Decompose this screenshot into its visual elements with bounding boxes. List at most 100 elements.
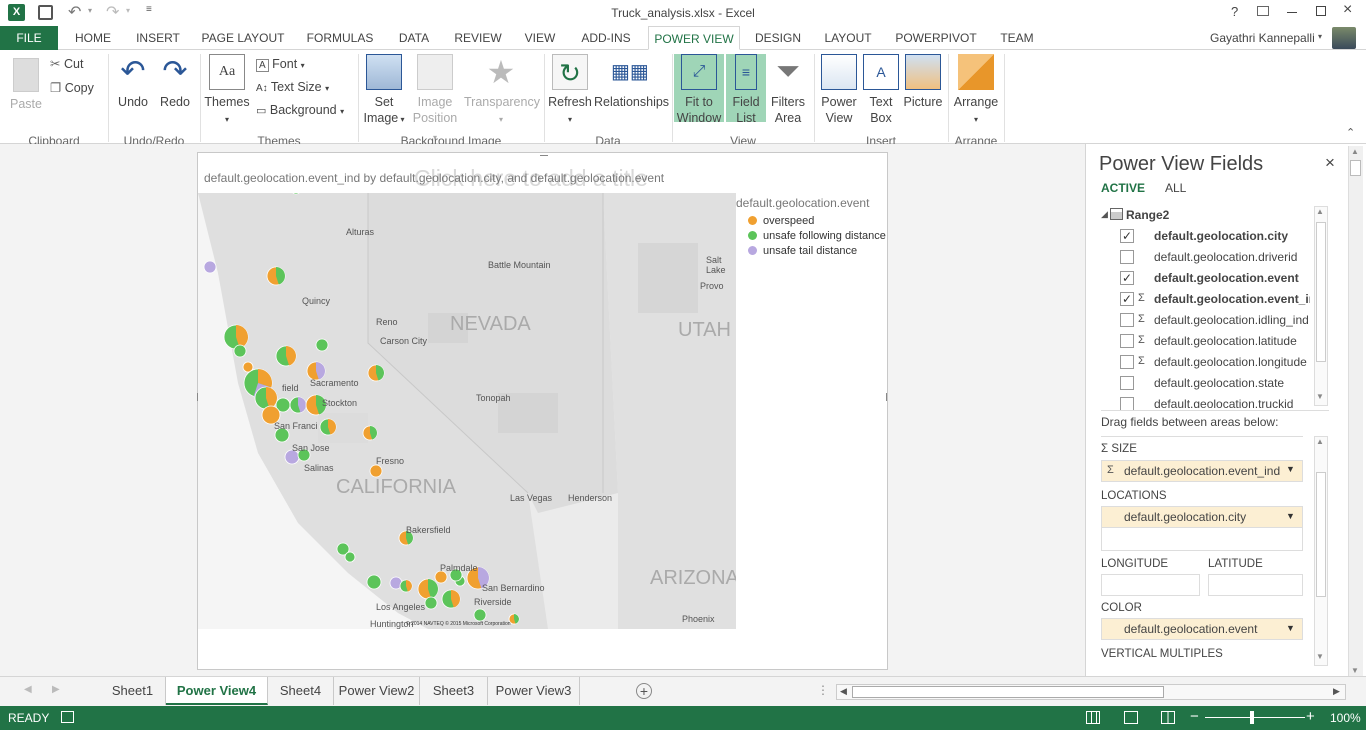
minimize-button[interactable]	[1287, 12, 1297, 13]
page-break-view-icon[interactable]	[1161, 711, 1175, 724]
map-bubble[interactable]	[344, 551, 356, 563]
field-checkbox[interactable]	[1120, 397, 1134, 411]
tab-home[interactable]: HOME	[68, 26, 118, 50]
close-panel-button[interactable]: ×	[1325, 153, 1335, 173]
scroll-left-icon[interactable]: ◀	[840, 686, 847, 697]
table-name[interactable]: Range2	[1126, 208, 1169, 222]
field-name[interactable]: default.geolocation.truckid	[1154, 394, 1310, 408]
field-list-button[interactable]: ≡ Field List	[726, 54, 766, 125]
picture-button[interactable]: Picture	[902, 54, 944, 110]
redo-icon[interactable]: ↷	[106, 2, 119, 22]
field-scroll-thumb[interactable]	[1316, 222, 1326, 362]
tab-data[interactable]: DATA	[392, 26, 436, 50]
field-name[interactable]: default.geolocation.event_ind	[1154, 289, 1310, 309]
save-icon[interactable]	[38, 5, 53, 20]
field-checkbox[interactable]	[1120, 376, 1134, 390]
background-button[interactable]: ▭ Background ▾	[256, 100, 344, 122]
zoom-level[interactable]: 100%	[1330, 711, 1361, 725]
field-checkbox[interactable]: ✓	[1120, 229, 1134, 243]
restore-button[interactable]	[1316, 6, 1326, 16]
relationships-button[interactable]: ▦▦ Relationships	[594, 54, 669, 110]
tab-team[interactable]: TEAM	[992, 26, 1042, 50]
field-name[interactable]: default.geolocation.city	[1154, 226, 1310, 246]
map-bubble[interactable]	[424, 596, 438, 610]
sheet-tab[interactable]: Power View2	[334, 677, 420, 705]
field-checkbox[interactable]: ✓	[1120, 292, 1134, 306]
panel-scroll-up-icon[interactable]: ▲	[1351, 147, 1359, 156]
scroll-right-icon[interactable]: ▶	[1333, 686, 1340, 697]
sheet-tab[interactable]: Power View3	[488, 677, 580, 705]
tab-file[interactable]: FILE	[0, 26, 58, 50]
longitude-dropzone[interactable]	[1101, 574, 1200, 596]
size-dropzone[interactable]: default.geolocation.event_ind	[1101, 460, 1303, 482]
sheet-tab[interactable]: Sheet3	[420, 677, 488, 705]
field-scroll-up-icon[interactable]: ▲	[1316, 207, 1324, 216]
map-bubble[interactable]	[473, 608, 487, 622]
field-checkbox[interactable]	[1120, 355, 1134, 369]
panel-scroll-down-icon[interactable]: ▼	[1351, 666, 1359, 675]
area-scroll-thumb[interactable]	[1316, 472, 1326, 597]
undo-icon[interactable]: ↶	[68, 2, 81, 22]
field-scroll-down-icon[interactable]: ▼	[1316, 392, 1324, 401]
locations-dropdown-icon[interactable]: ▼	[1286, 511, 1295, 521]
set-image-button[interactable]: Set Image ▾	[362, 54, 406, 128]
zoom-slider-thumb[interactable]	[1250, 711, 1254, 724]
macro-record-icon[interactable]	[61, 711, 74, 723]
tab-insert[interactable]: INSERT	[132, 26, 184, 50]
field-name[interactable]: default.geolocation.latitude	[1154, 331, 1310, 351]
customize-qat-icon[interactable]: ≡	[146, 4, 152, 15]
arrange-button[interactable]: Arrange ▾	[952, 54, 1000, 128]
undo-button[interactable]: ↶ Undo	[114, 54, 152, 110]
tab-page-layout[interactable]: PAGE LAYOUT	[198, 26, 288, 50]
next-sheet-icon[interactable]: ▶	[52, 684, 60, 695]
tab-active-fields[interactable]: ACTIVE	[1101, 181, 1145, 195]
sheet-tab[interactable]: Sheet4	[268, 677, 334, 705]
themes-button[interactable]: Aa Themes ▾	[204, 54, 250, 128]
tab-all-fields[interactable]: ALL	[1165, 181, 1186, 195]
normal-view-icon[interactable]	[1086, 711, 1100, 724]
field-name[interactable]: default.geolocation.event	[1154, 268, 1310, 288]
ribbon-display-options-icon[interactable]	[1257, 6, 1269, 16]
panel-outer-scrollbar[interactable]	[1348, 146, 1363, 676]
map-bubble[interactable]	[366, 574, 382, 590]
zoom-slider-track[interactable]	[1205, 717, 1305, 718]
tab-layout[interactable]: LAYOUT	[818, 26, 878, 50]
tab-add-ins[interactable]: ADD-INS	[574, 26, 638, 50]
size-dropdown-icon[interactable]: ▼	[1286, 464, 1295, 474]
page-layout-view-icon[interactable]	[1124, 711, 1138, 724]
tab-power-view[interactable]: POWER VIEW	[648, 26, 740, 50]
undo-dropdown-icon[interactable]: ▾	[88, 6, 92, 15]
text-size-button[interactable]: A↕ Text Size ▾	[256, 77, 329, 99]
tab-formulas[interactable]: FORMULAS	[302, 26, 378, 50]
zoom-out-button[interactable]: −	[1190, 708, 1199, 725]
map-bubble[interactable]	[315, 338, 329, 352]
add-sheet-button[interactable]: +	[636, 683, 652, 699]
image-position-button[interactable]: Image Position ▾	[410, 54, 460, 146]
zoom-in-button[interactable]: +	[1306, 708, 1315, 725]
latitude-dropzone[interactable]	[1208, 574, 1303, 596]
help-button[interactable]: ?	[1231, 4, 1238, 19]
user-name[interactable]: Gayathri Kannepalli	[1210, 31, 1315, 45]
hscroll-thumb[interactable]	[852, 686, 1164, 698]
copy-button[interactable]: ❐ Copy	[50, 78, 94, 98]
expand-table-icon[interactable]: ◢	[1101, 209, 1108, 220]
close-window-button[interactable]: ×	[1343, 1, 1352, 19]
text-box-button[interactable]: A Text Box	[862, 54, 900, 126]
field-checkbox[interactable]: ✓	[1120, 271, 1134, 285]
avatar[interactable]	[1332, 27, 1356, 49]
redo-dropdown-icon[interactable]: ▾	[126, 6, 130, 15]
field-checkbox[interactable]	[1120, 313, 1134, 327]
color-dropdown-icon[interactable]: ▼	[1286, 623, 1295, 633]
transparency-button[interactable]: ★ Transparency ▾	[464, 54, 540, 128]
field-checkbox[interactable]	[1120, 250, 1134, 264]
resize-handle[interactable]	[886, 393, 887, 401]
refresh-button[interactable]: ↻ Refresh ▾	[548, 54, 592, 128]
area-scroll-up-icon[interactable]: ▲	[1316, 437, 1324, 446]
font-button[interactable]: A Font ▾	[256, 54, 305, 76]
field-name[interactable]: default.geolocation.driverid	[1154, 247, 1310, 267]
power-view-button[interactable]: Power View	[818, 54, 860, 126]
sheet-tab[interactable]: Sheet1	[100, 677, 166, 705]
sheet-tab[interactable]: Power View4	[166, 677, 268, 705]
collapse-ribbon-icon[interactable]: ⌃	[1346, 126, 1355, 139]
color-dropzone[interactable]: default.geolocation.event	[1101, 618, 1303, 640]
